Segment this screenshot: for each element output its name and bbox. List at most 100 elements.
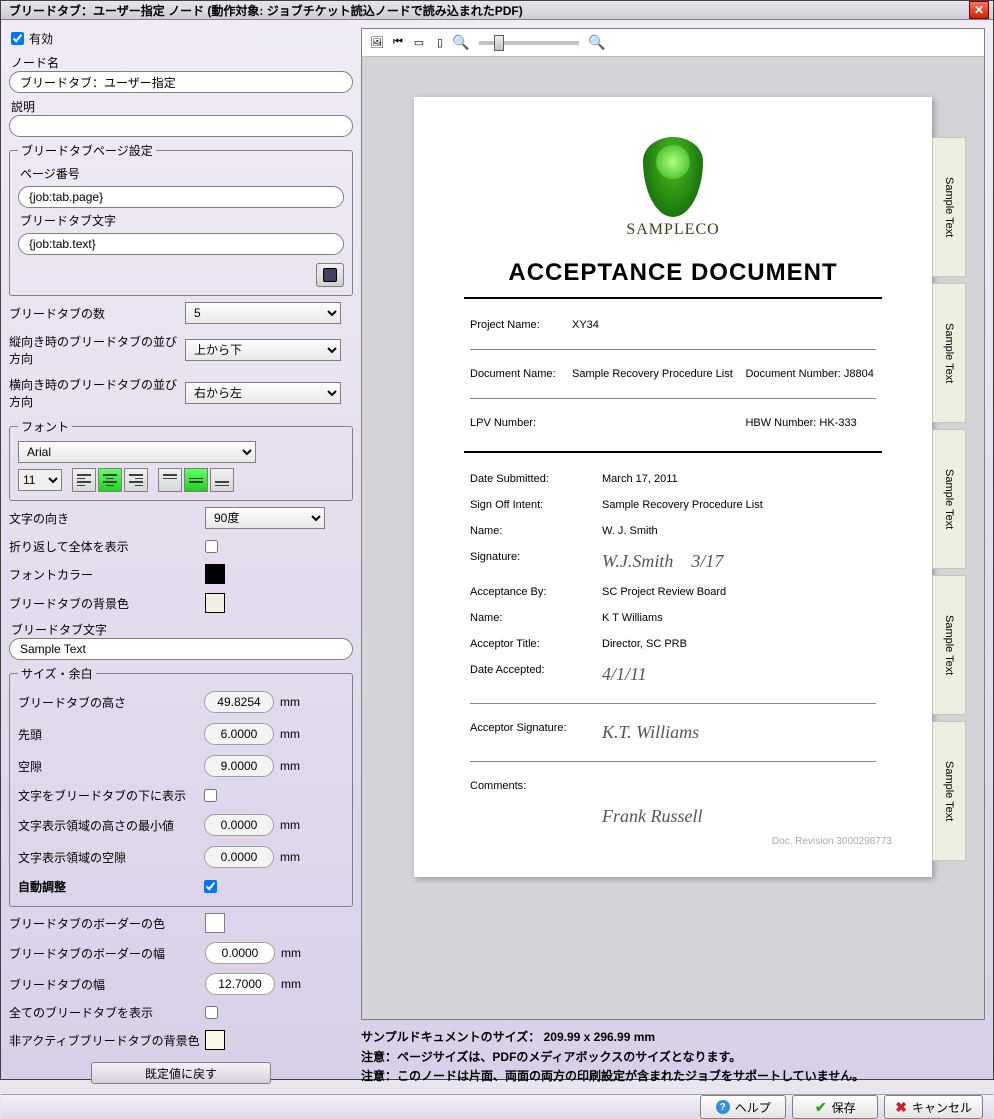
border-color-swatch[interactable]: [205, 913, 225, 933]
enable-checkbox[interactable]: [11, 32, 24, 45]
doc-title: ACCEPTANCE DOCUMENT: [464, 259, 882, 287]
reset-label: 既定値に戻す: [145, 1065, 217, 1082]
enable-label: 有効: [29, 30, 53, 47]
size-legend: サイズ・余白: [18, 665, 96, 682]
auto-checkbox[interactable]: [204, 880, 217, 893]
text-direction-select[interactable]: 90度: [205, 507, 325, 529]
bleed-tabs: Sample Text Sample Text Sample Text Samp…: [932, 137, 966, 861]
unit-mm: mm: [280, 818, 300, 832]
tab-width-input[interactable]: [205, 973, 275, 995]
save-button[interactable]: ✔ 保存: [792, 1095, 878, 1119]
font-color-label: フォントカラー: [9, 566, 205, 583]
zoom-slider[interactable]: [479, 41, 579, 45]
border-width-label: ブリードタブのボーダーの幅: [9, 945, 205, 962]
bleed-tab: Sample Text: [932, 429, 966, 569]
content-area: 有効 ノード名 説明 ブリードタブページ設定 ページ番号 ブリードタブ文字: [1, 20, 993, 1094]
tab-count-select[interactable]: 5: [185, 302, 341, 324]
inactive-bg-label: 非アクティブブリードタブの背景色: [9, 1032, 205, 1049]
signature-3: K.T. Williams: [602, 722, 699, 742]
bleed-tab: Sample Text: [932, 283, 966, 423]
align-left-button[interactable]: [72, 468, 96, 492]
font-legend: フォント: [18, 418, 72, 435]
border-width-input[interactable]: [205, 942, 275, 964]
text-gap-label: 文字表示領域の空隙: [18, 849, 204, 866]
note-1: 注意：ページサイズは、PDFのメディアボックスのサイズとなります。: [361, 1048, 985, 1067]
page-settings-fieldset: ブリードタブページ設定 ページ番号 ブリードタブ文字: [9, 142, 353, 296]
halign-group: [72, 468, 148, 492]
bleedtext-input[interactable]: [9, 638, 353, 660]
signature-4: Frank Russell: [602, 806, 703, 826]
variable-icon: [323, 268, 337, 282]
text-gap-input[interactable]: [204, 846, 274, 868]
lead-input[interactable]: [204, 723, 274, 745]
below-label: 文字をブリードタブの下に表示: [18, 787, 204, 804]
pagenumber-label: ページ番号: [18, 165, 344, 182]
page-width-icon[interactable]: ▯: [431, 34, 449, 52]
min-height-input[interactable]: [204, 814, 274, 836]
help-label: ヘルプ: [735, 1099, 771, 1116]
dialog-window: ブリードタブ：ユーザー指定 ノード (動作対象: ジョブチケット読込ノードで読み…: [0, 0, 994, 1080]
align-center-button[interactable]: [98, 468, 122, 492]
reset-defaults-button[interactable]: 既定値に戻す: [91, 1062, 271, 1084]
font-color-swatch[interactable]: [205, 564, 225, 584]
description-input[interactable]: [9, 115, 353, 137]
unit-mm: mm: [280, 850, 300, 864]
notes-block: サンプルドキュメントのサイズ： 209.99 x 296.99 mm 注意：ペー…: [361, 1028, 985, 1086]
variable-picker-button[interactable]: [316, 263, 344, 287]
show-all-checkbox[interactable]: [205, 1006, 218, 1019]
unit-mm: mm: [280, 727, 300, 741]
page-settings-legend: ブリードタブページ設定: [18, 142, 156, 159]
close-button[interactable]: ✕: [969, 1, 989, 19]
valign-middle-button[interactable]: [184, 468, 208, 492]
lead-label: 先頭: [18, 726, 204, 743]
font-size-select[interactable]: 11: [18, 469, 62, 491]
bleed-tab: Sample Text: [932, 137, 966, 277]
page-fit-icon[interactable]: ▭: [410, 34, 428, 52]
bg-color-swatch[interactable]: [205, 593, 225, 613]
below-checkbox[interactable]: [204, 789, 217, 802]
footer: ? ヘルプ ✔ 保存 ✖ キャンセル: [1, 1094, 993, 1119]
vertical-direction-select[interactable]: 上から下: [185, 339, 341, 361]
nodename-input[interactable]: [9, 71, 353, 93]
preview-canvas: Sample Text Sample Text Sample Text Samp…: [362, 57, 984, 1019]
bg-color-label: ブリードタブの背景色: [9, 595, 205, 612]
bleed-tab: Sample Text: [932, 575, 966, 715]
font-family-select[interactable]: Arial: [18, 441, 256, 463]
wrap-checkbox[interactable]: [205, 540, 218, 553]
first-page-icon[interactable]: ⏮: [389, 34, 407, 52]
document-page: Sample Text Sample Text Sample Text Samp…: [414, 97, 932, 877]
gap-input[interactable]: [204, 755, 274, 777]
vertical-direction-label: 縦向き時のブリードタブの並び方向: [9, 333, 185, 367]
doc-info-table: Project Name:XY34 Document Name:Sample R…: [464, 311, 882, 437]
valign-bottom-button[interactable]: [210, 468, 234, 492]
cancel-button[interactable]: ✖ キャンセル: [884, 1095, 983, 1119]
save-label: 保存: [832, 1099, 856, 1116]
valign-top-button[interactable]: [158, 468, 182, 492]
tab-height-input[interactable]: [204, 691, 274, 713]
signature-2: 4/1/11: [602, 664, 647, 684]
unit-mm: mm: [281, 977, 301, 991]
doc-detail-table: Date Submitted:March 17, 2011 Sign Off I…: [464, 465, 882, 835]
help-button[interactable]: ? ヘルプ: [700, 1095, 786, 1119]
description-label: 説明: [9, 98, 353, 115]
titlebar: ブリードタブ：ユーザー指定 ノード (動作対象: ジョブチケット読込ノードで読み…: [1, 1, 993, 20]
auto-label: 自動調整: [18, 878, 204, 895]
sample-size-note: サンプルドキュメントのサイズ： 209.99 x 296.99 mm: [361, 1028, 985, 1047]
bleedtabtext-field-input[interactable]: [18, 233, 344, 255]
inactive-bg-swatch[interactable]: [205, 1030, 225, 1050]
bleedtabtext-field-label: ブリードタブ文字: [18, 212, 344, 229]
zoom-slider-thumb[interactable]: [494, 35, 504, 51]
thumb-icon[interactable]: 🖼: [368, 34, 386, 52]
align-right-button[interactable]: [124, 468, 148, 492]
signature-1: W.J.Smith 3/17: [602, 551, 723, 571]
tab-count-label: ブリードタブの数: [9, 305, 185, 322]
gap-label: 空隙: [18, 758, 204, 775]
preview-toolbar: 🖼 ⏮ ▭ ▯ 🔍 🔍: [362, 29, 984, 57]
unit-mm: mm: [280, 695, 300, 709]
zoom-in-icon[interactable]: 🔍: [588, 34, 606, 52]
zoom-out-icon[interactable]: 🔍: [452, 34, 470, 52]
horizontal-direction-select[interactable]: 右から左: [185, 382, 341, 404]
bleedtext-label: ブリードタブ文字: [9, 621, 353, 638]
show-all-label: 全てのブリードタブを表示: [9, 1004, 205, 1021]
pagenumber-input[interactable]: [18, 186, 344, 208]
